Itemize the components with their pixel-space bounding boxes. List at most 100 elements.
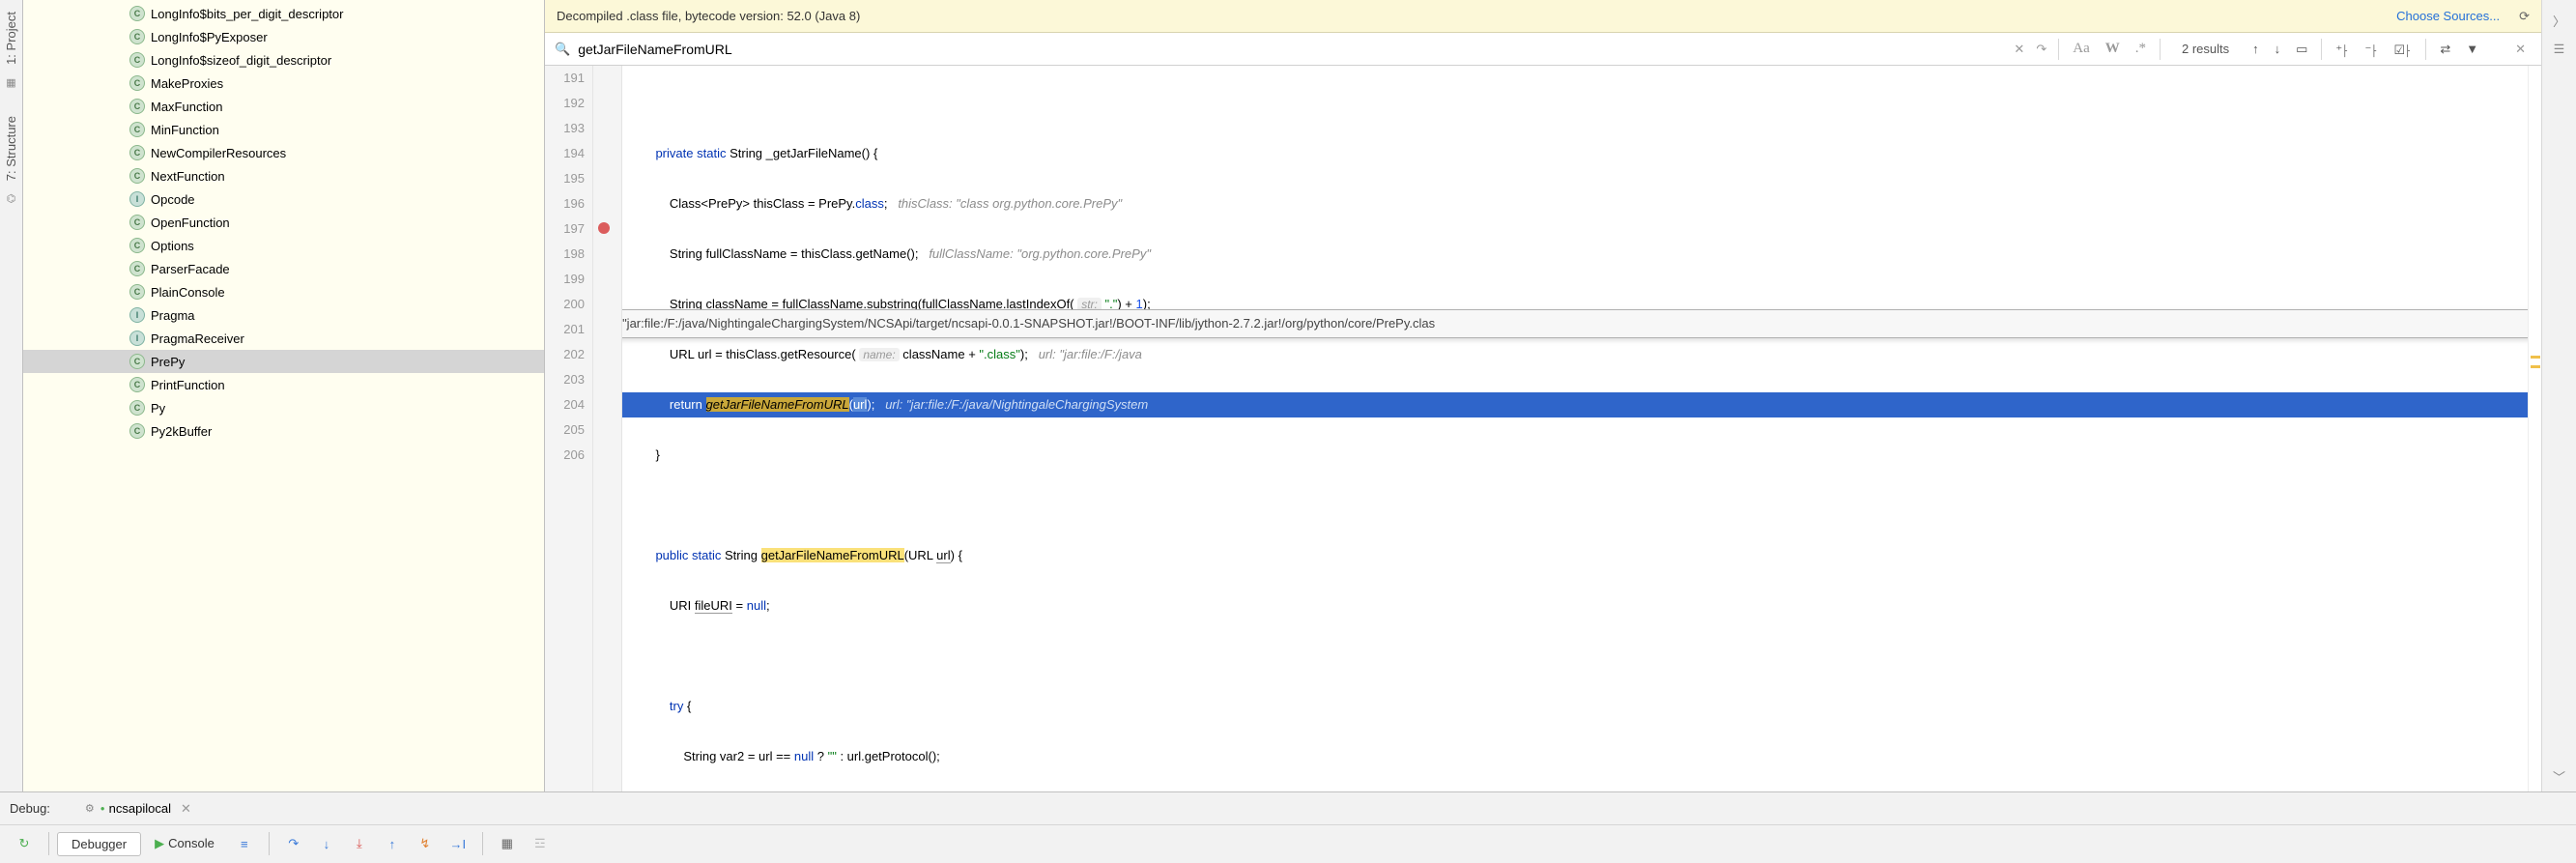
tree-item-label: MaxFunction: [151, 100, 222, 114]
left-tool-tabs: 1: Project ▦ 7: Structure ⌬: [0, 0, 23, 791]
rail-tool-icon[interactable]: ☰: [2554, 42, 2565, 57]
line-number: 201: [545, 317, 592, 342]
regex-icon[interactable]: .*: [2135, 41, 2146, 57]
breakpoint-icon[interactable]: [598, 222, 610, 234]
class-icon: C: [129, 238, 145, 253]
class-icon: C: [129, 75, 145, 91]
evaluate-icon[interactable]: ▦: [493, 830, 522, 857]
tree-item-label: PrintFunction: [151, 378, 225, 392]
structure-tab[interactable]: 7: Structure: [1, 108, 21, 188]
tree-item-label: Pragma: [151, 308, 195, 323]
tree-item-longinfo-pyexposer[interactable]: C LongInfo$PyExposer: [23, 25, 544, 48]
class-icon: C: [129, 354, 145, 369]
tree-item-parserfacade[interactable]: C ParserFacade: [23, 257, 544, 280]
rerun-icon[interactable]: ↻: [10, 830, 39, 857]
drop-frame-icon[interactable]: ↯: [411, 830, 440, 857]
tab-console[interactable]: ▶Console: [141, 832, 228, 855]
tree-item-label: NewCompilerResources: [151, 146, 286, 160]
clear-search-icon[interactable]: ✕: [2014, 42, 2024, 57]
debug-toolbar: ↻ Debugger ▶Console ≡ ↷ ↓ ⤓ ↑ ↯ →I ▦ ☲: [0, 825, 2576, 862]
run-config-tab[interactable]: ⚙● ncsapilocal ✕: [79, 799, 197, 819]
tree-item-label: LongInfo$PyExposer: [151, 30, 268, 44]
prev-match-icon[interactable]: ↑: [2252, 42, 2259, 56]
threads-icon[interactable]: ≡: [230, 830, 259, 857]
chevron-down-icon[interactable]: ﹀: [2553, 767, 2565, 786]
line-number: 199: [545, 267, 592, 292]
tree-item-label: ParserFacade: [151, 262, 230, 276]
debug-panel: Debug: ⚙● ncsapilocal ✕ ↻ Debugger ▶Cons…: [0, 791, 2576, 863]
line-number: 191: [545, 66, 592, 91]
debug-header: Debug: ⚙● ncsapilocal ✕: [0, 792, 2576, 825]
tree-item-makeproxies[interactable]: C MakeProxies: [23, 72, 544, 95]
refresh-icon[interactable]: ⟳: [2519, 9, 2530, 24]
line-number: 198: [545, 242, 592, 267]
tree-item-py[interactable]: CPy: [23, 396, 544, 419]
gear-icon: ⚙: [85, 802, 95, 815]
search-history-icon[interactable]: ↷: [2036, 42, 2046, 57]
tree-item-printfunction[interactable]: CPrintFunction: [23, 373, 544, 396]
rail-expand-icon[interactable]: 〉: [2553, 12, 2565, 30]
line-number: 193: [545, 116, 592, 141]
tree-item-pragmareceiver[interactable]: IPragmaReceiver: [23, 327, 544, 350]
project-tree[interactable]: CLongInfo$bits_per_digit_descriptorCLong…: [23, 0, 545, 791]
step-out-icon[interactable]: ↑: [378, 830, 407, 857]
line-number: 195: [545, 166, 592, 191]
decompiled-banner: Decompiled .class file, bytecode version…: [545, 0, 2541, 33]
run-to-cursor-icon[interactable]: →I: [444, 830, 472, 857]
tree-item-label: PrePy: [151, 355, 185, 369]
line-number: 196: [545, 191, 592, 216]
class-icon: C: [129, 122, 145, 137]
tree-item-opcode[interactable]: IOpcode: [23, 187, 544, 211]
add-selection-icon[interactable]: ⁺⸠: [2335, 41, 2349, 58]
tree-item-label: Opcode: [151, 192, 195, 207]
select-occurrences-icon[interactable]: ☑⸠: [2393, 41, 2412, 58]
class-icon: C: [129, 400, 145, 416]
tree-item-label: Options: [151, 239, 194, 253]
debug-value-tooltip[interactable]: ＋ {URL@10002} "jar:file:/F:/java/Nightin…: [622, 309, 2528, 338]
tree-item-longinfo-sizeof-digit-descriptor[interactable]: C LongInfo$sizeof_digit_descriptor: [23, 48, 544, 72]
tree-item-py2kbuffer[interactable]: CPy2kBuffer: [23, 419, 544, 443]
tree-item-maxfunction[interactable]: CMaxFunction: [23, 95, 544, 118]
tree-item-minfunction[interactable]: CMinFunction: [23, 118, 544, 141]
tree-item-newcompilerresources[interactable]: CNewCompilerResources: [23, 141, 544, 164]
code-editor[interactable]: 1911921931941951961971981992002012022032…: [545, 66, 2541, 791]
close-config-icon[interactable]: ✕: [181, 801, 191, 817]
select-all-icon[interactable]: ▭: [2296, 42, 2307, 57]
find-settings-icon[interactable]: ⇄: [2440, 42, 2450, 57]
class-icon: C: [129, 29, 145, 44]
tree-item-nextfunction[interactable]: CNextFunction: [23, 164, 544, 187]
class-icon: C: [129, 52, 145, 68]
search-icon: 🔍: [555, 42, 570, 57]
tree-item-label: NextFunction: [151, 169, 225, 184]
tree-item-pragma[interactable]: IPragma: [23, 303, 544, 327]
line-number: 205: [545, 417, 592, 443]
breakpoint-gutter[interactable]: [593, 66, 622, 791]
words-icon[interactable]: W: [2105, 41, 2120, 57]
match-case-icon[interactable]: Aa: [2073, 41, 2090, 57]
trace-icon[interactable]: ☲: [526, 830, 555, 857]
remove-selection-icon[interactable]: ⁻⸠: [2364, 41, 2378, 58]
tree-item-prepy[interactable]: C PrePy: [23, 350, 544, 373]
next-match-icon[interactable]: ↓: [2275, 42, 2281, 56]
step-into-icon[interactable]: ↓: [312, 830, 341, 857]
filter-icon[interactable]: ▼: [2466, 42, 2478, 56]
tab-debugger[interactable]: Debugger: [57, 832, 141, 856]
choose-sources-link[interactable]: Choose Sources...: [2396, 9, 2500, 23]
right-rail: 〉 ☰ ﹀: [2541, 0, 2576, 791]
search-input[interactable]: [578, 42, 2008, 57]
interface-icon: I: [129, 331, 145, 346]
error-stripe[interactable]: [2528, 66, 2541, 791]
step-over-icon[interactable]: ↷: [279, 830, 308, 857]
close-find-icon[interactable]: ✕: [2515, 42, 2526, 57]
code-lines[interactable]: private static String _getJarFileName() …: [622, 66, 2528, 791]
tree-item-plainconsole[interactable]: CPlainConsole: [23, 280, 544, 303]
tree-item-options[interactable]: C Options: [23, 234, 544, 257]
force-step-into-icon[interactable]: ⤓: [345, 830, 374, 857]
tree-item-label: MakeProxies: [151, 76, 223, 91]
tree-item-label: LongInfo$sizeof_digit_descriptor: [151, 53, 331, 68]
tree-item-longinfo-bits-per-digit-descriptor[interactable]: CLongInfo$bits_per_digit_descriptor: [23, 2, 544, 25]
class-icon: C: [129, 6, 145, 21]
class-icon: C: [129, 261, 145, 276]
project-tab[interactable]: 1: Project: [1, 4, 21, 72]
tree-item-openfunction[interactable]: COpenFunction: [23, 211, 544, 234]
